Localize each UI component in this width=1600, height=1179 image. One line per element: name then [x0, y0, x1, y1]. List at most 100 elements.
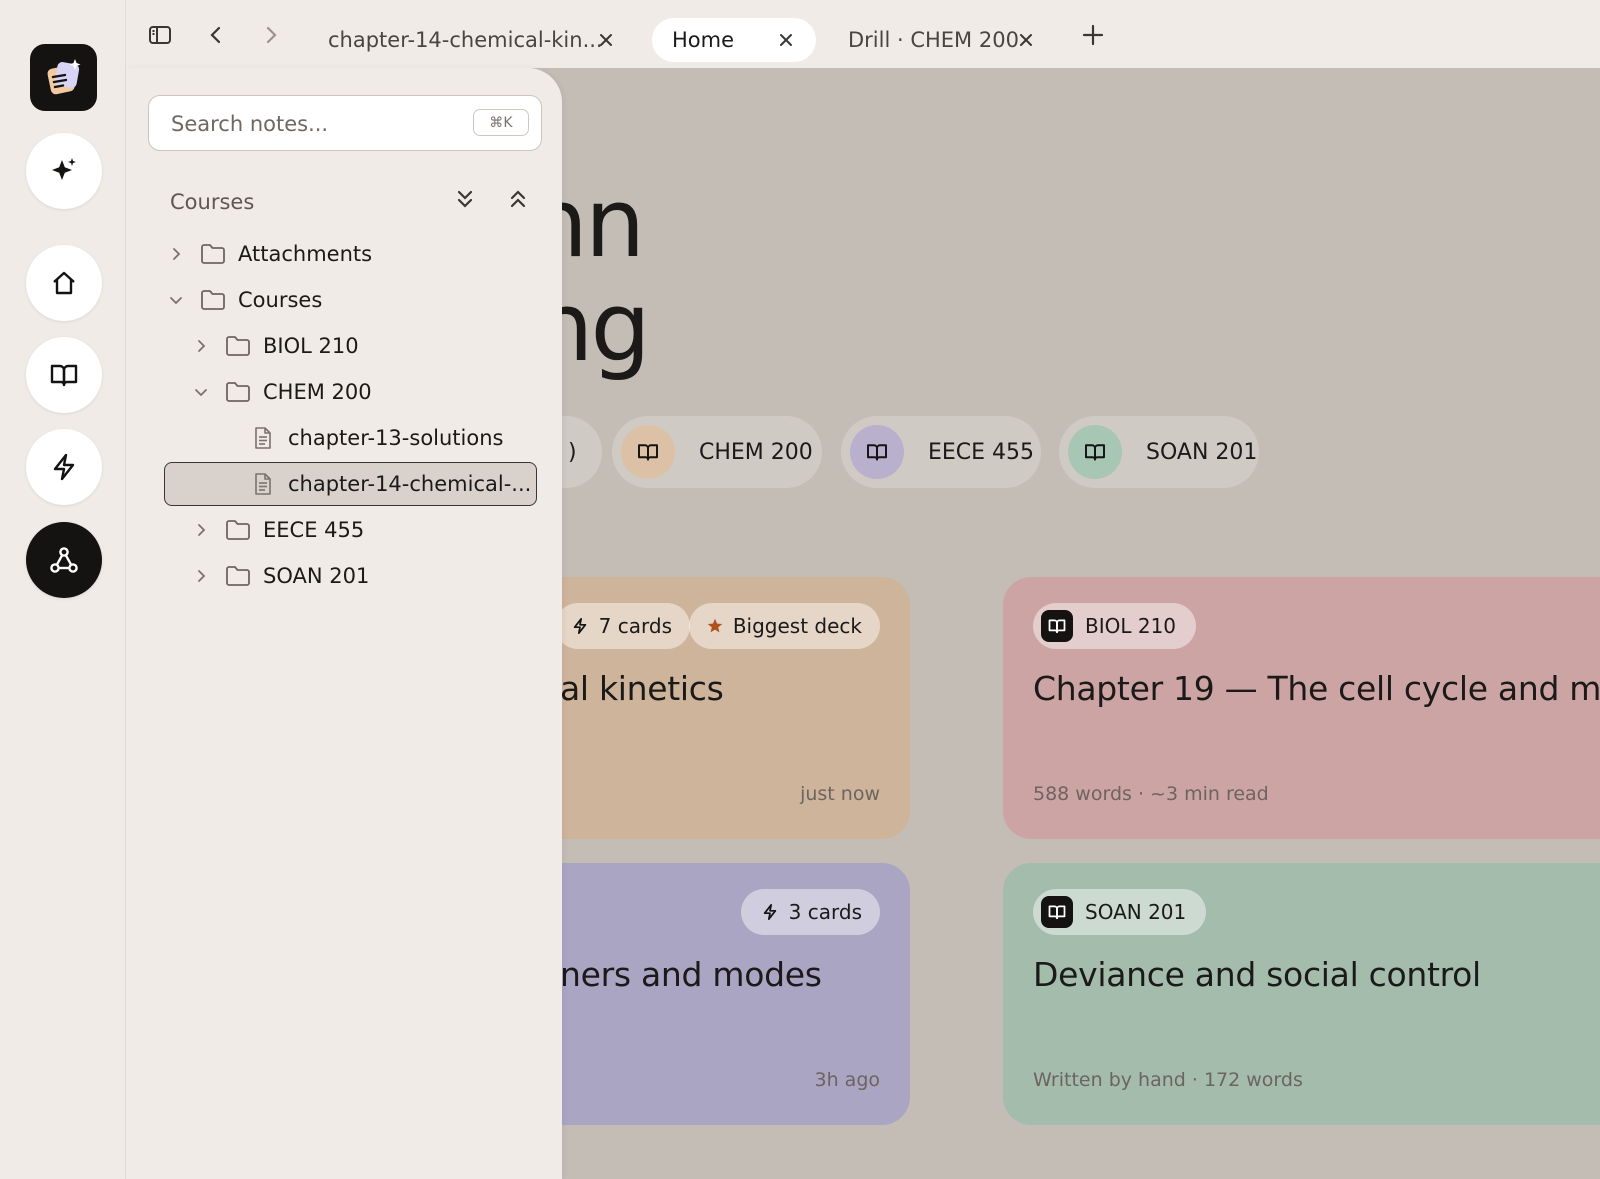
tree-label: SOAN 201 — [263, 564, 370, 588]
search-shortcut-badge: ⌘K — [473, 109, 529, 136]
cards-count: 7 cards — [598, 614, 672, 638]
tree-label: Courses — [238, 288, 323, 312]
tree-folder-biol-210[interactable]: BIOL 210 — [191, 324, 359, 368]
course-chip-chem-200[interactable]: CHEM 200 — [612, 416, 822, 488]
course-chip-label: SOAN 201 — [1146, 439, 1258, 465]
sparkle-icon — [52, 158, 76, 180]
card-meta: 3h ago — [814, 1069, 881, 1091]
tree-file-chapter-13[interactable]: chapter-13-solutions — [250, 416, 503, 460]
cards-count: 3 cards — [788, 900, 862, 924]
cards-count-pill: 3 cards — [740, 889, 880, 935]
tree-folder-attachments[interactable]: Attachments — [166, 232, 372, 276]
collapse-all-button[interactable] — [503, 184, 533, 214]
toggle-sidebar-button[interactable] — [143, 18, 177, 52]
new-tab-button[interactable] — [1076, 18, 1110, 52]
graph-icon — [50, 547, 78, 573]
note-card-biol-210[interactable]: BIOL 210 Chapter 19 — The cell cycle and… — [1003, 577, 1600, 839]
book-icon — [850, 425, 904, 479]
close-icon — [780, 34, 792, 46]
book-icon — [1068, 425, 1122, 479]
app-logo[interactable] — [30, 44, 97, 111]
tree-label: CHEM 200 — [263, 380, 372, 404]
folder-icon — [225, 333, 251, 359]
chevron-right-icon — [166, 244, 186, 264]
expand-all-button[interactable] — [450, 184, 480, 214]
tab-home[interactable]: Home — [652, 18, 816, 62]
back-button[interactable] — [199, 18, 233, 52]
biggest-deck-pill: Biggest deck — [688, 603, 880, 649]
tree-label: chapter-13-solutions — [288, 426, 504, 450]
card-meta: 588 words · ~3 min read — [1033, 783, 1269, 805]
star-icon — [707, 618, 723, 633]
card-meta: Written by hand · 172 words — [1033, 1069, 1303, 1091]
drill-button[interactable] — [26, 429, 102, 505]
home-icon — [53, 271, 75, 295]
course-badge: BIOL 210 — [1033, 603, 1197, 649]
card-title: Deviance and social control — [1033, 955, 1481, 994]
cards-count-pill: 7 cards — [554, 603, 690, 649]
note-card-soan-201[interactable]: SOAN 201 Deviance and social control Wri… — [1003, 863, 1600, 1125]
folder-icon — [225, 563, 251, 589]
card-title: ners and modes — [560, 955, 822, 994]
chevron-right-icon — [191, 336, 211, 356]
tree-label: chapter-14-chemical-... — [288, 472, 532, 496]
tree-folder-eece-455[interactable]: EECE 455 — [191, 508, 364, 552]
tab-label: Home — [672, 28, 735, 52]
search-input[interactable] — [169, 96, 463, 151]
tab-label: chapter-14-chemical-kin... — [328, 28, 603, 52]
tree-folder-chem-200[interactable]: CHEM 200 — [191, 370, 372, 414]
tree-label: Attachments — [238, 242, 373, 266]
home-button[interactable] — [26, 245, 102, 321]
tab-chapter-14[interactable]: chapter-14-chemical-kin... — [322, 18, 622, 62]
book-icon — [50, 364, 78, 387]
folder-icon — [225, 379, 251, 405]
chevron-right-icon — [266, 26, 277, 44]
card-title: al kinetics — [560, 669, 724, 708]
bolt-icon — [53, 453, 75, 481]
course-badge-label: BIOL 210 — [1085, 614, 1177, 638]
tree-label: EECE 455 — [263, 518, 365, 542]
course-badge: SOAN 201 — [1033, 889, 1207, 935]
deck-tag: Biggest deck — [732, 614, 862, 638]
course-chip-eece-455[interactable]: EECE 455 — [841, 416, 1041, 488]
forward-button[interactable] — [254, 18, 288, 52]
plus-icon — [1082, 24, 1104, 46]
book-icon — [621, 425, 675, 479]
tree-label: BIOL 210 — [263, 334, 359, 358]
close-icon — [600, 34, 612, 46]
close-tab-button[interactable] — [1014, 28, 1038, 52]
sidebar-toggle-icon — [149, 26, 171, 44]
chevrons-down-icon — [457, 190, 473, 208]
folder-icon — [200, 287, 226, 313]
folder-icon — [225, 517, 251, 543]
tree-folder-courses[interactable]: Courses — [166, 278, 322, 322]
tab-drill-chem-200[interactable]: Drill · CHEM 200 — [846, 18, 1046, 62]
course-badge-label: SOAN 201 — [1085, 900, 1187, 924]
library-button[interactable] — [26, 337, 102, 413]
chevron-right-icon — [191, 566, 211, 586]
section-title: Courses — [170, 190, 255, 214]
left-rail — [0, 0, 126, 1179]
tree-file-chapter-14[interactable]: chapter-14-chemical-... — [164, 462, 537, 506]
card-title: Chapter 19 — The cell cycle and mito — [1033, 669, 1600, 708]
course-chip-label: ) — [568, 439, 577, 465]
search-box[interactable]: ⌘K — [148, 95, 542, 151]
tab-label: Drill · CHEM 200 — [848, 28, 1019, 52]
file-icon — [250, 425, 276, 451]
close-tab-button[interactable] — [774, 28, 798, 52]
chevron-down-icon — [191, 382, 211, 402]
notes-app-logo-icon — [46, 58, 80, 94]
file-icon — [250, 471, 276, 497]
tree-folder-soan-201[interactable]: SOAN 201 — [191, 554, 369, 598]
graph-button[interactable] — [26, 522, 102, 598]
chevrons-up-icon — [510, 190, 526, 208]
bolt-icon — [763, 903, 776, 921]
course-chip-soan-201[interactable]: SOAN 201 — [1059, 416, 1259, 488]
chevron-right-icon — [191, 520, 211, 540]
course-chip-label: EECE 455 — [928, 439, 1035, 465]
book-icon — [1041, 610, 1073, 642]
ai-assistant-button[interactable] — [26, 133, 102, 209]
close-tab-button[interactable] — [594, 28, 618, 52]
notes-sidebar: ⌘K Courses Attachments Courses BIOL 210 … — [126, 68, 562, 1179]
course-chip-label: CHEM 200 — [699, 439, 813, 465]
